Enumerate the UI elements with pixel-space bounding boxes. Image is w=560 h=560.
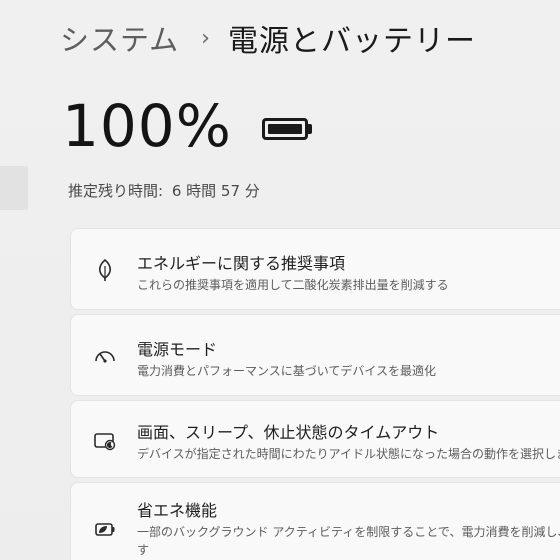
energy-recommendations-card[interactable]: エネルギーに関する推奨事項 これらの推奨事項を適用して二酸化炭素排出量を削減する [70, 228, 560, 310]
leaf-icon [93, 258, 117, 282]
screen-sleep-timeouts-title: 画面、スリープ、休止状態のタイムアウト [137, 423, 440, 442]
battery-saver-icon [93, 517, 117, 541]
remaining-time-label: 推定残り時間: [68, 182, 164, 200]
gauge-icon [93, 344, 117, 368]
power-mode-card[interactable]: 電源モード 電力消費とパフォーマンスに基づいてデバイスを最適化 [70, 314, 560, 396]
screen-sleep-timeouts-card[interactable]: 画面、スリープ、休止状態のタイムアウト デバイスが指定された時間にわたりアイドル… [70, 400, 560, 478]
breadcrumb: システム › 電源とバッテリー [60, 14, 476, 62]
power-mode-title: 電源モード [137, 340, 218, 359]
energy-saver-description-line2: す [137, 543, 150, 557]
battery-percentage: 100% [62, 92, 232, 160]
screen-sleep-timeouts-description: デバイスが指定された時間にわたりアイドル状態になった場合の動作を選択します [137, 447, 560, 461]
energy-recommendations-description: これらの推奨事項を適用して二酸化炭素排出量を削減する [137, 278, 449, 292]
energy-saver-card[interactable]: 省エネ機能 一部のバックグラウンド アクティビティを制限することで、電力消費を削… [70, 482, 560, 560]
sidebar-edge [0, 166, 28, 210]
battery-status: 100% [62, 92, 312, 160]
remaining-time: 推定残り時間: 6 時間 57 分 [68, 180, 260, 201]
battery-level-fill [267, 124, 302, 134]
battery-body [261, 118, 308, 140]
energy-saver-description: 一部のバックグラウンド アクティビティを制限することで、電力消費を削減し、バッ [137, 525, 560, 539]
page-title: 電源とバッテリー [227, 24, 476, 59]
battery-tip [307, 124, 312, 134]
breadcrumb-system-link[interactable]: システム [60, 17, 179, 59]
energy-recommendations-title: エネルギーに関する推奨事項 [137, 254, 346, 273]
power-battery-settings-page: システム › 電源とバッテリー 100% 推定残り時間: 6 時間 57 分 エ… [0, 0, 560, 560]
battery-full-icon [261, 118, 312, 140]
breadcrumb-chevron-icon: › [201, 25, 210, 51]
energy-saver-title: 省エネ機能 [137, 501, 218, 520]
screen-sleep-icon [93, 429, 117, 453]
power-mode-description: 電力消費とパフォーマンスに基づいてデバイスを最適化 [137, 364, 437, 378]
remaining-time-value: 6 時間 57 分 [171, 182, 260, 200]
